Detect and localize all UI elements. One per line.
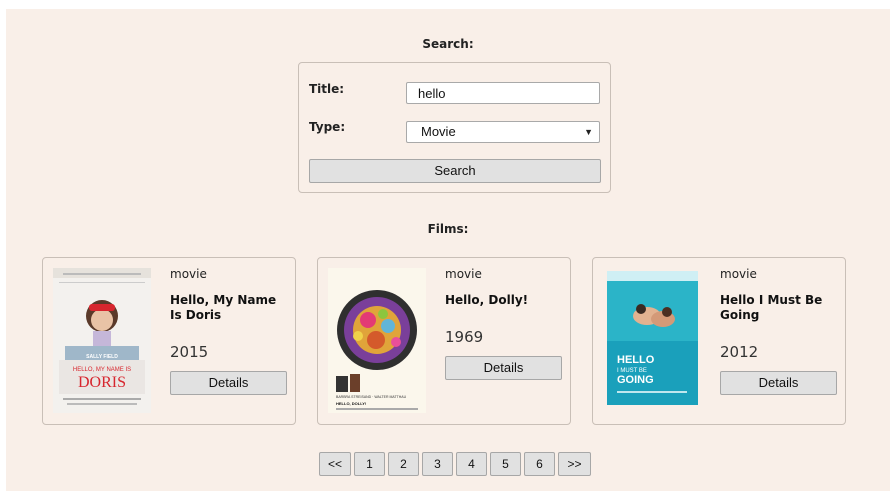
film-poster-image: BARBRA STREISAND · WALTER MATTHAU HELLO,… (328, 268, 426, 413)
film-title: Hello I Must Be Going (720, 293, 823, 322)
page-button-5[interactable]: 5 (490, 452, 521, 476)
film-poster-image: HELLO I MUST BE GOING (607, 271, 698, 405)
poster-name: GOING (617, 374, 654, 386)
film-type: movie (445, 267, 482, 281)
type-label: Type: (309, 120, 346, 134)
film-year: 2015 (170, 343, 209, 361)
poster-name: DORIS (78, 374, 126, 391)
page-button-4[interactable]: 4 (456, 452, 487, 476)
title-input[interactable] (406, 82, 600, 104)
details-button[interactable]: Details (720, 371, 837, 395)
film-type: movie (170, 267, 207, 281)
title-label: Title: (309, 82, 345, 96)
type-select[interactable]: Movie ▼ (406, 121, 600, 143)
details-button[interactable]: Details (445, 356, 562, 380)
next-page-button[interactable]: >> (558, 452, 591, 476)
page-button-6[interactable]: 6 (524, 452, 555, 476)
poster-name: HELLO (617, 354, 655, 366)
search-heading: Search: (422, 37, 474, 51)
chevron-down-icon: ▼ (584, 127, 593, 137)
poster-tagline: HELLO, MY NAME IS (73, 367, 131, 373)
poster-credit: BARBRA STREISAND · WALTER MATTHAU (336, 395, 407, 399)
film-title: Hello, Dolly! (445, 293, 529, 307)
page-button-1[interactable]: 1 (354, 452, 385, 476)
poster-credit: SALLY FIELD (86, 354, 118, 360)
search-button[interactable]: Search (309, 159, 601, 183)
page-container: Search: Title: Type: Movie ▼ Search Film… (6, 9, 890, 491)
film-type: movie (720, 267, 757, 281)
film-title: Hello, My Name Is Doris (170, 293, 277, 322)
page-button-2[interactable]: 2 (388, 452, 419, 476)
prev-page-button[interactable]: << (319, 452, 351, 476)
films-heading: Films: (427, 222, 469, 236)
poster-name: HELLO, DOLLY! (336, 401, 366, 406)
film-card: SALLY FIELD HELLO, MY NAME IS DORIS movi… (42, 257, 296, 425)
details-button[interactable]: Details (170, 371, 287, 395)
film-year: 1969 (445, 328, 484, 346)
search-form: Title: Type: Movie ▼ Search (298, 62, 611, 193)
page-button-3[interactable]: 3 (422, 452, 453, 476)
film-poster-image: SALLY FIELD HELLO, MY NAME IS DORIS (53, 268, 151, 413)
type-select-value: Movie (421, 124, 456, 139)
film-card: BARBRA STREISAND · WALTER MATTHAU HELLO,… (317, 257, 571, 425)
film-card: HELLO I MUST BE GOING movie Hello I Must… (592, 257, 846, 425)
film-year: 2012 (720, 343, 759, 361)
